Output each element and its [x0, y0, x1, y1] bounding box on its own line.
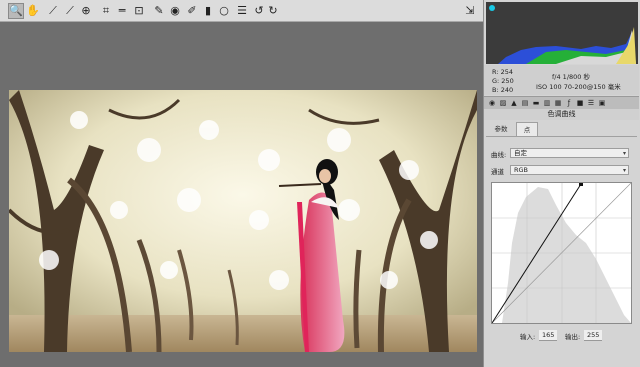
rgb-g-readout: G: 250 — [492, 77, 514, 85]
rgb-b-readout: B: 240 — [492, 86, 514, 94]
detail-panel-icon[interactable]: ▲ — [510, 99, 518, 107]
toolbar: 🔍 ✋ ⟋ ⟋ ⊕ ⌗ ═ ⊡ ✎ ◉ ✐ ▮ ○ ☰ ↺ ↻ ⇲ — [0, 0, 483, 22]
histogram — [486, 2, 638, 64]
right-panel: R: 254 G: 250 B: 240 f/4 1/800 秒 ISO 100… — [483, 0, 640, 367]
channel-select-value: RGB — [514, 166, 529, 174]
adjustment-brush-tool[interactable]: ✐ — [184, 3, 200, 19]
tab-point[interactable]: 点 — [516, 122, 538, 136]
basic-panel-icon[interactable]: ◉ — [488, 99, 496, 107]
hsl-panel-icon[interactable]: ▤ — [521, 99, 529, 107]
output-label: 输出: — [565, 333, 581, 341]
tab-parametric[interactable]: 参数 — [486, 122, 516, 136]
targeted-adjustment-tool[interactable]: ⊕ — [78, 3, 94, 19]
hand-tool[interactable]: ✋ — [25, 3, 41, 19]
color-sampler-tool[interactable]: ⟋ — [62, 3, 78, 19]
tone-curve-panel-icon[interactable]: ▨ — [499, 99, 507, 107]
red-eye-tool[interactable]: ◉ — [167, 3, 183, 19]
output-value[interactable]: 255 — [584, 330, 603, 341]
camera-calibration-icon[interactable]: ■ — [576, 99, 584, 107]
white-balance-tool[interactable]: ⟋ — [45, 3, 61, 19]
spot-removal-tool[interactable]: ✎ — [151, 3, 167, 19]
curve-label: 曲线: — [491, 151, 507, 159]
presets-panel-icon[interactable]: ☰ — [587, 99, 595, 107]
camera-readout: R: 254 G: 250 B: 240 f/4 1/800 秒 ISO 100… — [484, 65, 639, 95]
curve-select[interactable]: 自定 ▾ — [510, 148, 629, 158]
photo-preview[interactable] — [9, 90, 477, 352]
curve-tabs: 参数 点 — [486, 122, 637, 137]
snapshots-panel-icon[interactable]: ▣ — [598, 99, 606, 107]
lens-corrections-panel-icon[interactable]: ▥ — [543, 99, 551, 107]
channel-label: 通道 — [491, 168, 504, 176]
radial-filter-tool[interactable]: ○ — [216, 3, 232, 19]
chevron-down-icon: ▾ — [622, 167, 626, 174]
iso-lens-info: ISO 100 70-200@150 毫米 — [536, 83, 621, 91]
input-label: 输入: — [520, 333, 536, 341]
chevron-down-icon: ▾ — [622, 150, 626, 157]
section-title: 色调曲线 — [484, 109, 639, 120]
transform-tool[interactable]: ⊡ — [131, 3, 147, 19]
input-value[interactable]: 165 — [539, 330, 558, 341]
straighten-tool[interactable]: ═ — [114, 3, 130, 19]
zoom-tool[interactable]: 🔍 — [8, 3, 24, 19]
curve-point[interactable] — [579, 182, 583, 186]
export-icon[interactable]: ⇲ — [462, 3, 478, 19]
curve-select-value: 自定 — [514, 149, 527, 157]
histogram-graph — [489, 5, 636, 64]
graduated-filter-tool[interactable]: ▮ — [200, 3, 216, 19]
exposure-info: f/4 1/800 秒 — [552, 73, 590, 81]
shadow-clipping-indicator[interactable] — [489, 5, 495, 11]
effects-panel-icon[interactable]: ▦ — [554, 99, 562, 107]
channel-select[interactable]: RGB ▾ — [510, 165, 629, 175]
fx-panel-icon[interactable]: ƒ — [565, 99, 573, 107]
photo-image — [9, 90, 477, 352]
rotate-right-tool[interactable]: ↻ — [265, 3, 281, 19]
crop-tool[interactable]: ⌗ — [98, 3, 114, 19]
rgb-r-readout: R: 254 — [492, 68, 513, 76]
tone-curve-graph[interactable] — [491, 182, 632, 324]
panel-tabs-icons: ◉ ▨ ▲ ▤ ▬ ▥ ▦ ƒ ■ ☰ ▣ — [484, 96, 639, 110]
split-toning-panel-icon[interactable]: ▬ — [532, 99, 540, 107]
preferences-tool[interactable]: ☰ — [234, 3, 250, 19]
tone-curve-svg — [491, 182, 632, 324]
